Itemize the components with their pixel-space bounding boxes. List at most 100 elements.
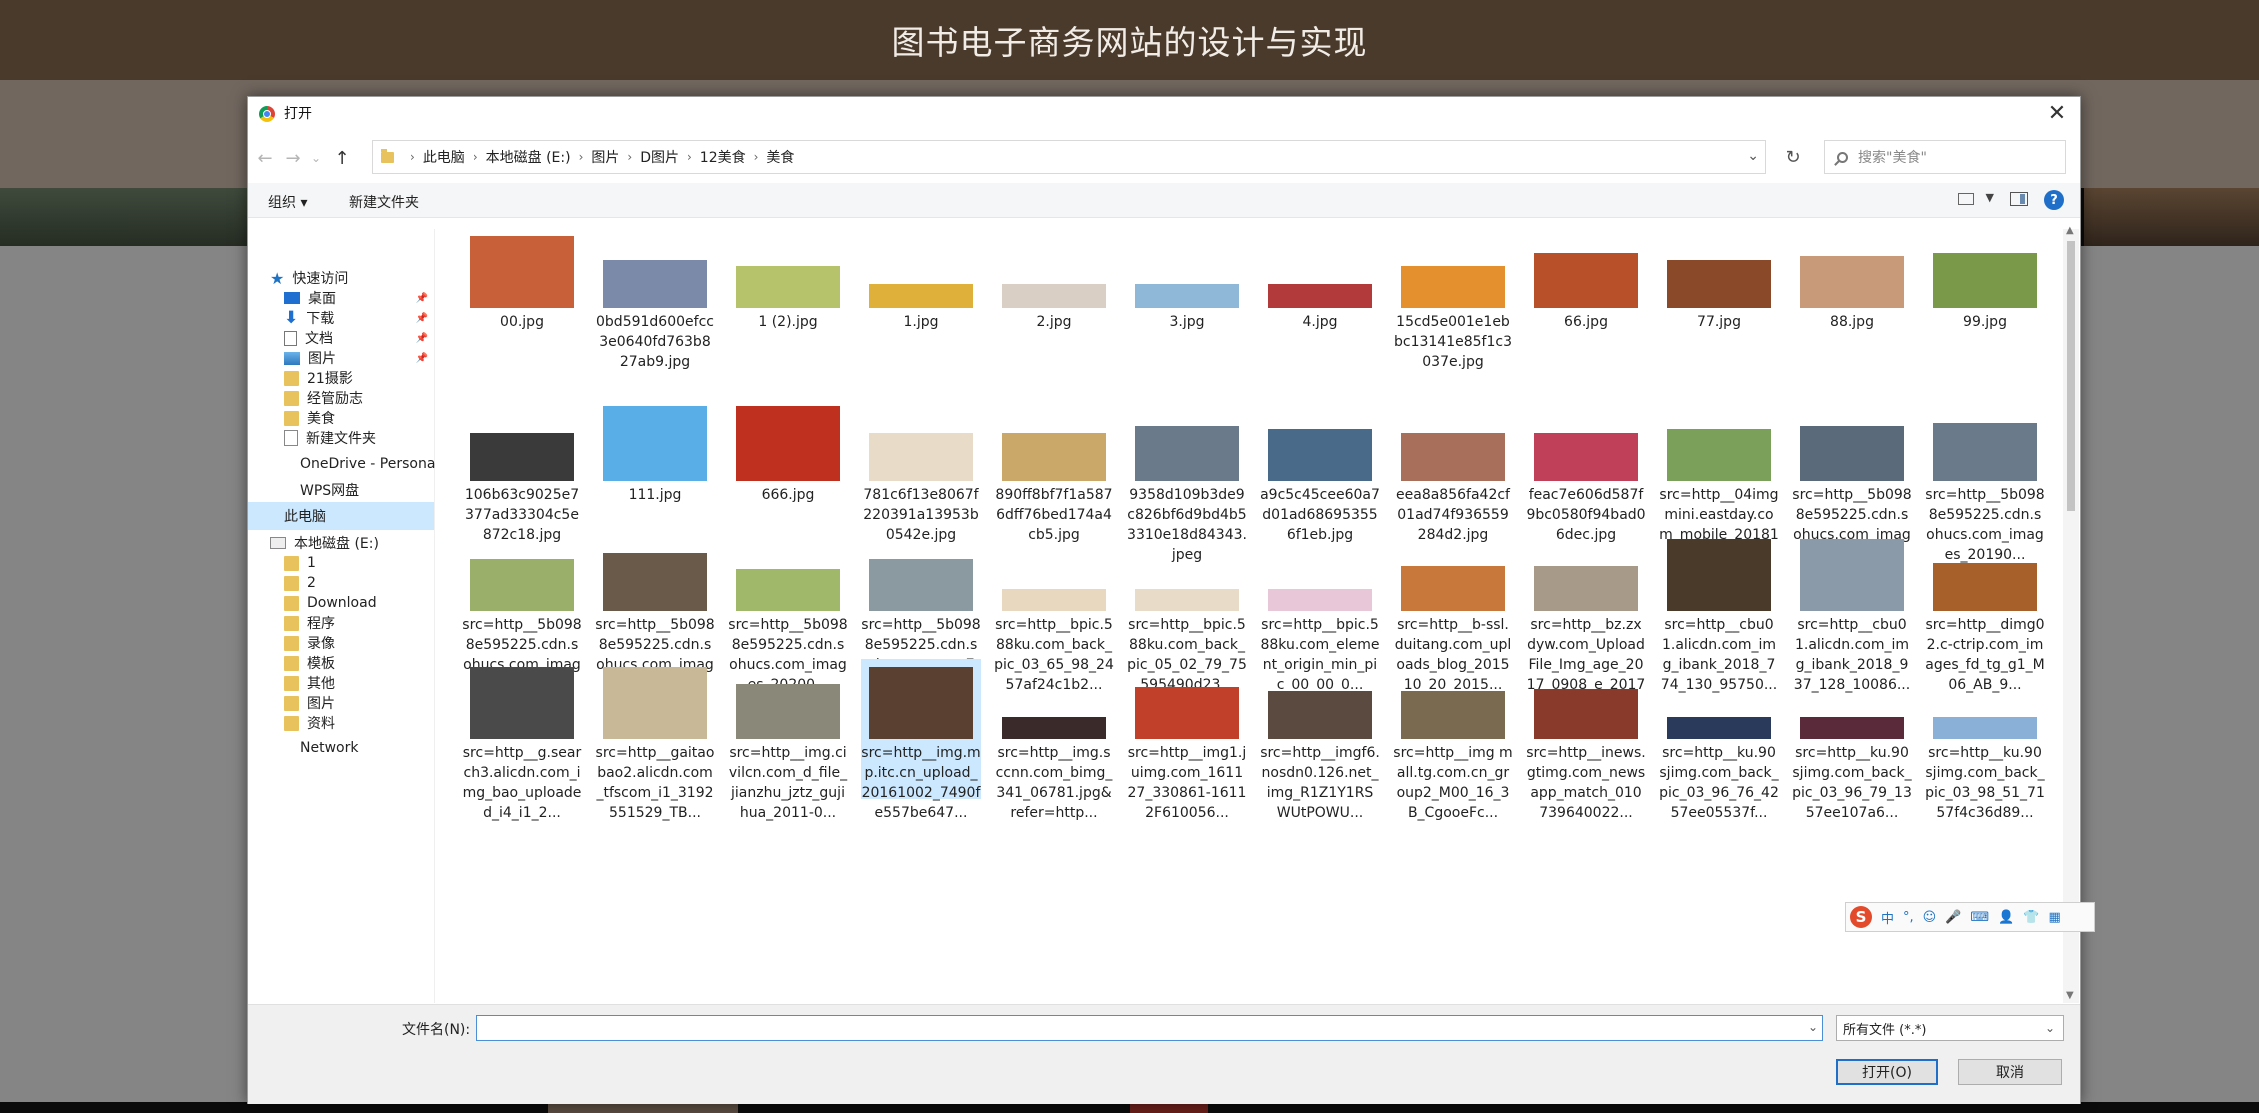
image-thumbnail <box>470 236 574 308</box>
scroll-down-icon[interactable]: ▼ <box>2066 990 2074 1001</box>
file-item[interactable]: 77.jpg <box>1659 231 1779 406</box>
open-button[interactable]: 打开(O) <box>1836 1059 1938 1085</box>
file-item[interactable]: 99.jpg <box>1925 231 2045 406</box>
file-item[interactable]: 106b63c9025e7377ad33304c5e872c18.jpg <box>462 413 582 543</box>
file-item[interactable]: src=http__ku.90sjimg.com_back_pic_03_96_… <box>1659 659 1779 821</box>
file-item[interactable]: eea8a856fa42cf01ad74f936559284d2.jpg <box>1393 413 1513 543</box>
file-item[interactable]: src=http__ku.90sjimg.com_back_pic_03_96_… <box>1792 659 1912 821</box>
preview-pane-icon[interactable] <box>2010 192 2028 206</box>
ime-key[interactable]: ▦ <box>2049 910 2061 925</box>
scroll-up-icon[interactable]: ▲ <box>2066 225 2074 236</box>
file-item[interactable]: src=http__5b0988e595225.cdn.sohucs.com_i… <box>595 539 715 693</box>
file-item[interactable]: src=http__imgf6.nosdn0.126.net_img_R1Z1Y… <box>1260 659 1380 821</box>
chevron-down-icon[interactable]: ⌄ <box>1747 148 1759 164</box>
view-mode-icon[interactable] <box>1958 193 1974 205</box>
file-item[interactable]: src=http__gaitaobao2.alicdn.com_tfscom_i… <box>595 659 715 821</box>
back-arrow-icon[interactable]: ← <box>252 139 278 177</box>
file-name: 00.jpg <box>500 314 544 330</box>
file-item[interactable]: 890ff8bf7f1a5876dff76bed174a4cb5.jpg <box>994 413 1114 543</box>
image-thumbnail <box>603 553 707 611</box>
new-folder-button[interactable]: 新建文件夹 <box>349 192 419 212</box>
file-item[interactable]: src=http__bpic.588ku.com_element_origin_… <box>1260 539 1380 693</box>
file-item[interactable]: 1 (2).jpg <box>728 231 848 406</box>
sidebar-item-label: 此电脑 <box>284 509 326 525</box>
file-item[interactable]: src=http__ku.90sjimg.com_back_pic_03_98_… <box>1925 659 2045 821</box>
breadcrumb-item[interactable]: D图片 <box>640 147 679 167</box>
chevron-down-icon[interactable]: ⌄ <box>1808 1020 1818 1034</box>
ime-key[interactable]: ⌨ <box>1970 910 1989 925</box>
file-item[interactable]: src=http__img mall.tg.com.cn_group2_M00_… <box>1393 659 1513 821</box>
file-item[interactable]: 2.jpg <box>994 231 1114 406</box>
search-box[interactable]: 搜索"美食" <box>1824 140 2066 174</box>
ime-key[interactable]: 👤 <box>1998 910 2014 925</box>
ime-key[interactable]: ☺ <box>1923 910 1937 925</box>
file-item[interactable]: 66.jpg <box>1526 231 1646 406</box>
file-item[interactable]: src=http__img1.juimg.com_161127_330861-1… <box>1127 659 1247 821</box>
ime-key[interactable]: 🎤 <box>1945 910 1961 925</box>
file-item[interactable]: 0bd591d600efcc3e0640fd763b827ab9.jpg <box>595 231 715 406</box>
file-item[interactable]: feac7e606d587f9bc0580f94bad06dec.jpg <box>1526 413 1646 543</box>
file-item[interactable]: src=http__inews.gtimg.com_newsapp_match_… <box>1526 659 1646 821</box>
ime-key[interactable]: 中 <box>1881 908 1894 927</box>
file-item[interactable]: 666.jpg <box>728 406 848 531</box>
file-item[interactable]: src=http__04imgmini.eastday.com_mobile_2… <box>1659 413 1779 563</box>
file-item[interactable]: src=http__img.civilcn.com_d_file_jianzhu… <box>728 659 848 821</box>
file-item[interactable]: 9358d109b3de9c826bf6d9bd4b53310e18d84343… <box>1127 413 1247 563</box>
file-item[interactable]: 88.jpg <box>1792 231 1912 406</box>
file-item[interactable]: 781c6f13e8067f220391a13953b0542e.jpg <box>861 413 981 543</box>
image-thumbnail <box>736 266 840 308</box>
file-item[interactable]: 3.jpg <box>1127 231 1247 406</box>
file-item[interactable]: src=http__5b0988e595225.cdn.sohucs.com_i… <box>462 539 582 693</box>
breadcrumb-item[interactable]: 图片 <box>591 147 619 167</box>
file-item[interactable]: src=http__g.search3.alicdn.com_img_bao_u… <box>462 659 582 821</box>
file-item[interactable]: src=http__img.mp.itc.cn_upload_20161002_… <box>861 659 981 821</box>
sidebar-item[interactable]: OneDrive - Persona <box>248 450 435 478</box>
sidebar-item[interactable]: Network <box>248 734 434 762</box>
file-item[interactable]: src=http__bpic.588ku.com_back_pic_03_65_… <box>994 539 1114 693</box>
sogou-logo-icon[interactable]: S <box>1850 906 1872 928</box>
chevron-right-icon: › <box>578 150 584 164</box>
help-icon[interactable]: ? <box>2044 190 2064 210</box>
sidebar-item[interactable]: 新建文件夹 <box>248 424 434 452</box>
ime-key[interactable]: 👕 <box>2023 910 2039 925</box>
file-item[interactable]: 15cd5e001e1ebbc13141e85f1c3037e.jpg <box>1393 231 1513 406</box>
file-item[interactable]: src=http__5b0988e595225.cdn.sohucs.com_i… <box>1792 413 1912 563</box>
folder-icon <box>381 148 394 163</box>
breadcrumb-item[interactable]: 12美食 <box>700 147 746 167</box>
sidebar-item[interactable]: 资料 <box>248 709 434 737</box>
scrollbar-thumb[interactable] <box>2067 241 2075 511</box>
address-bar[interactable]: › 此电脑 › 本地磁盘 (E:) › 图片 › D图片 › 12美食 › 美食… <box>372 140 1766 174</box>
file-item[interactable]: src=http__img.sccnn.com_bimg_341_06781.j… <box>994 659 1114 821</box>
vertical-scrollbar[interactable]: ▲ ▼ <box>2063 225 2079 1003</box>
close-button[interactable]: ✕ <box>2034 97 2080 130</box>
breadcrumb-item[interactable]: 美食 <box>766 147 794 167</box>
recent-locations-icon[interactable]: ⌄ <box>306 139 326 177</box>
file-item[interactable]: 111.jpg <box>595 406 715 531</box>
ime-key[interactable]: °, <box>1903 910 1914 925</box>
file-item[interactable]: src=http__5b0988e595225.cdn.sohucs.com_i… <box>728 539 848 693</box>
file-item[interactable]: src=http__5b0988e595225.cdn.sohucs.com_i… <box>1925 413 2045 563</box>
sidebar-item[interactable]: WPS网盘 <box>248 476 434 504</box>
cancel-button[interactable]: 取消 <box>1958 1059 2062 1085</box>
file-item[interactable]: 1.jpg <box>861 231 981 406</box>
file-item[interactable]: a9c5c45cee60a7d01ad686953556f1eb.jpg <box>1260 413 1380 543</box>
file-item[interactable]: src=http__cbu01.alicdn.com_img_ibank_201… <box>1792 539 1912 693</box>
file-item[interactable]: 00.jpg <box>462 231 582 406</box>
file-item[interactable]: src=http__5b0988e595225.cdn.sohucs.com_q… <box>861 539 981 693</box>
file-item[interactable]: src=http__bz.zxdyw.com_UploadFile_Img_ag… <box>1526 539 1646 713</box>
file-item[interactable]: src=http__b-ssl.duitang.com_uploads_blog… <box>1393 539 1513 693</box>
refresh-icon[interactable]: ↻ <box>1778 141 1808 173</box>
breadcrumb-item[interactable]: 本地磁盘 (E:) <box>486 147 571 167</box>
breadcrumb-item[interactable]: 此电脑 <box>423 147 465 167</box>
file-type-select[interactable]: 所有文件 (*.*) ⌄ <box>1836 1015 2064 1041</box>
organize-button[interactable]: 组织 ▾ <box>268 192 307 212</box>
file-item[interactable]: 4.jpg <box>1260 231 1380 406</box>
up-arrow-icon[interactable]: ↑ <box>328 139 356 177</box>
sidebar-item[interactable]: 此电脑 <box>248 502 434 530</box>
file-item[interactable]: src=http__bpic.588ku.com_back_pic_05_02_… <box>1127 539 1247 693</box>
filename-input[interactable] <box>476 1015 1823 1041</box>
file-item[interactable]: src=http__dimg02.c-ctrip.com_images_fd_t… <box>1925 539 2045 693</box>
chevron-down-icon[interactable]: ▼ <box>1986 191 1994 204</box>
forward-arrow-icon[interactable]: → <box>280 139 306 177</box>
file-item[interactable]: src=http__cbu01.alicdn.com_img_ibank_201… <box>1659 539 1779 693</box>
